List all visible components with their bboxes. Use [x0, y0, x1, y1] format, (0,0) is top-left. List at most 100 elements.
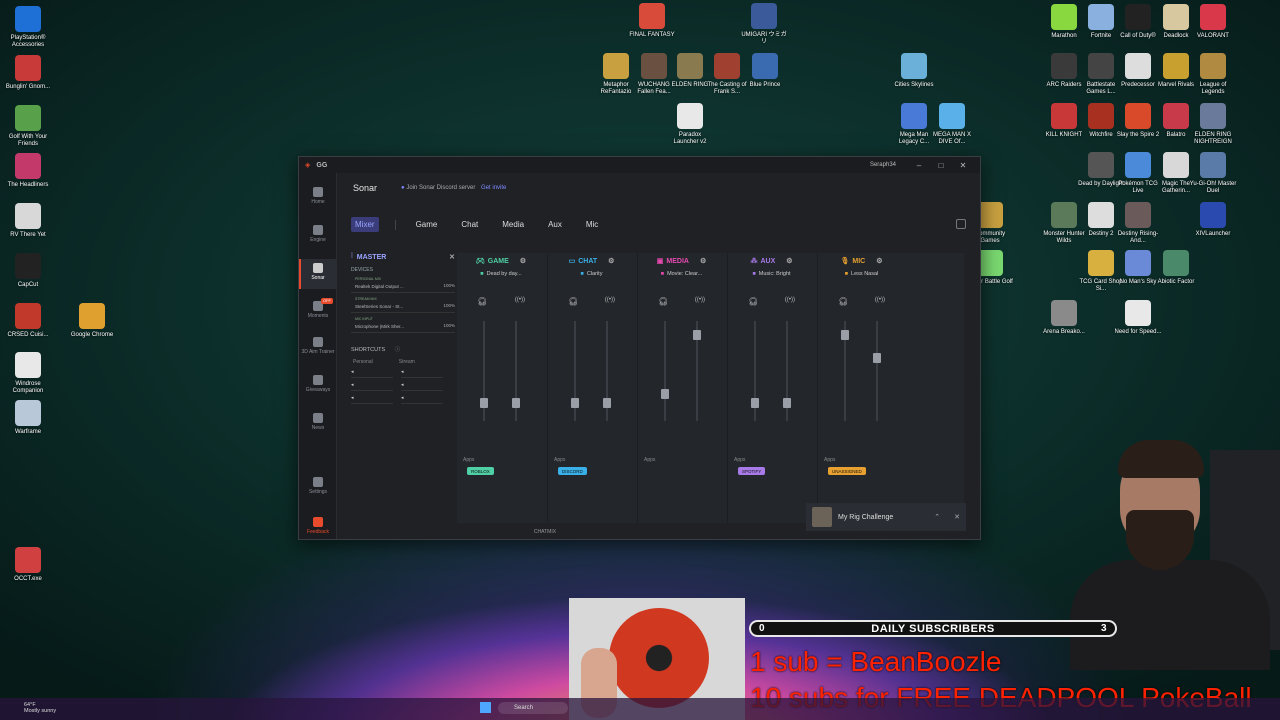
- desktop-icon[interactable]: OCCT.exe: [4, 547, 52, 583]
- maximize-button[interactable]: □: [930, 161, 952, 170]
- slider-thumb[interactable]: [751, 397, 759, 408]
- desktop-icon[interactable]: Cities Skylines: [890, 53, 938, 89]
- sidebar-item-home[interactable]: Home: [299, 183, 337, 213]
- channel-preset[interactable]: ■ Movie: Clear...: [638, 269, 725, 279]
- desktop-icon[interactable]: Blue Prince: [741, 53, 789, 89]
- desktop-icon[interactable]: Windrose Companion: [4, 352, 52, 395]
- chevron-up-icon[interactable]: ⌃: [934, 513, 940, 521]
- stream-icon[interactable]: ((•)): [515, 297, 525, 306]
- desktop-icon[interactable]: RV There Yet: [4, 203, 52, 239]
- shortcut-field[interactable]: ◂: [351, 382, 393, 391]
- desktop-icon[interactable]: CRSED Cuisi...: [4, 303, 52, 339]
- headphones-icon[interactable]: 🎧︎: [477, 297, 487, 306]
- headphones-icon[interactable]: 🎧︎: [568, 297, 578, 306]
- stream-volume-slider[interactable]: [783, 321, 791, 421]
- personal-volume-slider[interactable]: [751, 321, 759, 421]
- close-icon[interactable]: ✕: [954, 513, 960, 521]
- desktop-icon[interactable]: CapCut: [4, 253, 52, 289]
- slider-thumb[interactable]: [603, 397, 611, 408]
- shortcut-field[interactable]: ◂: [351, 395, 393, 404]
- channel-preset[interactable]: ■ Clarity: [548, 269, 635, 279]
- sidebar-item-engine[interactable]: Engine: [299, 221, 337, 251]
- stream-icon[interactable]: ((•)): [785, 297, 795, 306]
- stream-volume-slider[interactable]: [873, 321, 881, 421]
- headphones-icon[interactable]: 🎧︎: [658, 297, 668, 306]
- personal-volume-slider[interactable]: [571, 321, 579, 421]
- stream-icon[interactable]: ((•)): [605, 297, 615, 306]
- slider-thumb[interactable]: [661, 388, 669, 399]
- desktop-icon[interactable]: Abiotic Factor: [1152, 250, 1200, 286]
- tab-chat[interactable]: Chat: [457, 217, 482, 232]
- sidebar-item-giveaways[interactable]: Giveaways: [299, 371, 337, 401]
- shortcut-field[interactable]: ◂: [401, 369, 443, 378]
- slider-thumb[interactable]: [841, 330, 849, 340]
- sidebar-item-news[interactable]: News: [299, 409, 337, 439]
- personal-volume-slider[interactable]: [480, 321, 488, 421]
- gear-icon[interactable]: ⚙: [608, 257, 614, 265]
- desktop-icon[interactable]: Golf With Your Friends: [4, 105, 52, 148]
- discord-banner[interactable]: ● Join Sonar Discord server Get invite: [401, 185, 506, 191]
- desktop-icon[interactable]: Google Chrome: [68, 303, 116, 339]
- headphones-icon[interactable]: 🎧︎: [748, 297, 758, 306]
- desktop-icon[interactable]: UMIGARI ウミガリ: [740, 3, 788, 46]
- channel-preset[interactable]: ■ Dead by day...: [457, 269, 545, 279]
- menu-icon[interactable]: [956, 219, 966, 229]
- desktop-icon[interactable]: Arena Breako...: [1040, 300, 1088, 336]
- tab-media[interactable]: Media: [498, 217, 528, 232]
- shortcut-field[interactable]: ◂: [401, 382, 443, 391]
- desktop-icon[interactable]: Destiny Rising-And...: [1114, 202, 1162, 245]
- channel-preset[interactable]: ■ Music: Bright: [728, 269, 815, 279]
- sidebar-item-feedback[interactable]: Feedback: [299, 513, 337, 539]
- slider-thumb[interactable]: [873, 352, 881, 363]
- weather-widget[interactable]: 64°F Mostly sunny: [24, 702, 56, 714]
- personal-volume-slider[interactable]: [661, 321, 669, 421]
- tab-game[interactable]: Game: [412, 217, 442, 232]
- gear-icon[interactable]: ⚙: [700, 257, 706, 265]
- desktop-icon[interactable]: ELDEN RING NIGHTREIGN: [1189, 103, 1237, 146]
- sidebar-item-moments[interactable]: OFF Moments: [299, 297, 337, 327]
- stream-icon[interactable]: ((•)): [875, 297, 885, 306]
- shortcut-field[interactable]: ◂: [351, 369, 393, 378]
- desktop-icon[interactable]: Bunglin' Gnom...: [4, 55, 52, 91]
- master-close-icon[interactable]: ✕: [449, 253, 455, 261]
- sidebar-item-3d-aim-trainer[interactable]: 3D Aim Trainer: [299, 333, 337, 363]
- get-invite-link[interactable]: Get invite: [481, 185, 506, 191]
- windows-start-icon[interactable]: [480, 702, 491, 713]
- desktop-icon[interactable]: The Headliners: [4, 153, 52, 189]
- stream-volume-slider[interactable]: [693, 321, 701, 421]
- desktop-icon[interactable]: League of Legends: [1189, 53, 1237, 96]
- tab-mic[interactable]: Mic: [582, 217, 602, 232]
- device-mic-input[interactable]: MIC INPUT Microphone (Mirk Sher... 100%: [351, 317, 455, 333]
- sidebar-item-settings[interactable]: Settings: [299, 473, 337, 503]
- gear-icon[interactable]: ⚙: [786, 257, 792, 265]
- desktop-icon[interactable]: MEGA MAN X DIVE Of...: [928, 103, 976, 146]
- slider-thumb[interactable]: [512, 397, 520, 408]
- sidebar-item-sonar[interactable]: Sonar: [299, 259, 337, 289]
- slider-thumb[interactable]: [783, 397, 791, 408]
- app-chip[interactable]: DISCORD: [558, 467, 587, 475]
- headphones-icon[interactable]: 🎧︎: [838, 297, 848, 306]
- slider-thumb[interactable]: [480, 397, 488, 408]
- tab-aux[interactable]: Aux: [544, 217, 566, 232]
- device-personal-mix[interactable]: PERSONAL MIX Realtek Digital Output ... …: [351, 277, 455, 293]
- stream-volume-slider[interactable]: [512, 321, 520, 421]
- close-button[interactable]: ✕: [952, 161, 974, 170]
- slider-thumb[interactable]: [571, 397, 579, 408]
- device-stream-mix[interactable]: STREAM MIX SteelSeries Sonar - St... 100…: [351, 297, 455, 313]
- app-chip[interactable]: SPOTIFY: [738, 467, 766, 475]
- minimize-button[interactable]: –: [908, 161, 930, 170]
- taskbar-search[interactable]: Search: [498, 702, 568, 714]
- shortcut-field[interactable]: ◂: [401, 395, 443, 404]
- username[interactable]: Seraph34: [870, 162, 896, 168]
- tab-mixer[interactable]: Mixer: [351, 217, 379, 232]
- desktop-icon[interactable]: Need for Speed...: [1114, 300, 1162, 336]
- app-chip[interactable]: ROBLOX: [467, 467, 494, 475]
- desktop-icon[interactable]: Paradox Launcher v2: [666, 103, 714, 146]
- info-icon[interactable]: ⓘ: [395, 347, 401, 353]
- gear-icon[interactable]: ⚙: [876, 257, 882, 265]
- gear-icon[interactable]: ⚙: [520, 257, 526, 265]
- desktop-icon[interactable]: Yu-Gi-Oh! Master Duel: [1189, 152, 1237, 195]
- desktop-icon[interactable]: VALORANT: [1189, 4, 1237, 40]
- desktop-icon[interactable]: FINAL FANTASY: [628, 3, 676, 39]
- channel-preset[interactable]: ■ Less Nasal: [818, 269, 905, 279]
